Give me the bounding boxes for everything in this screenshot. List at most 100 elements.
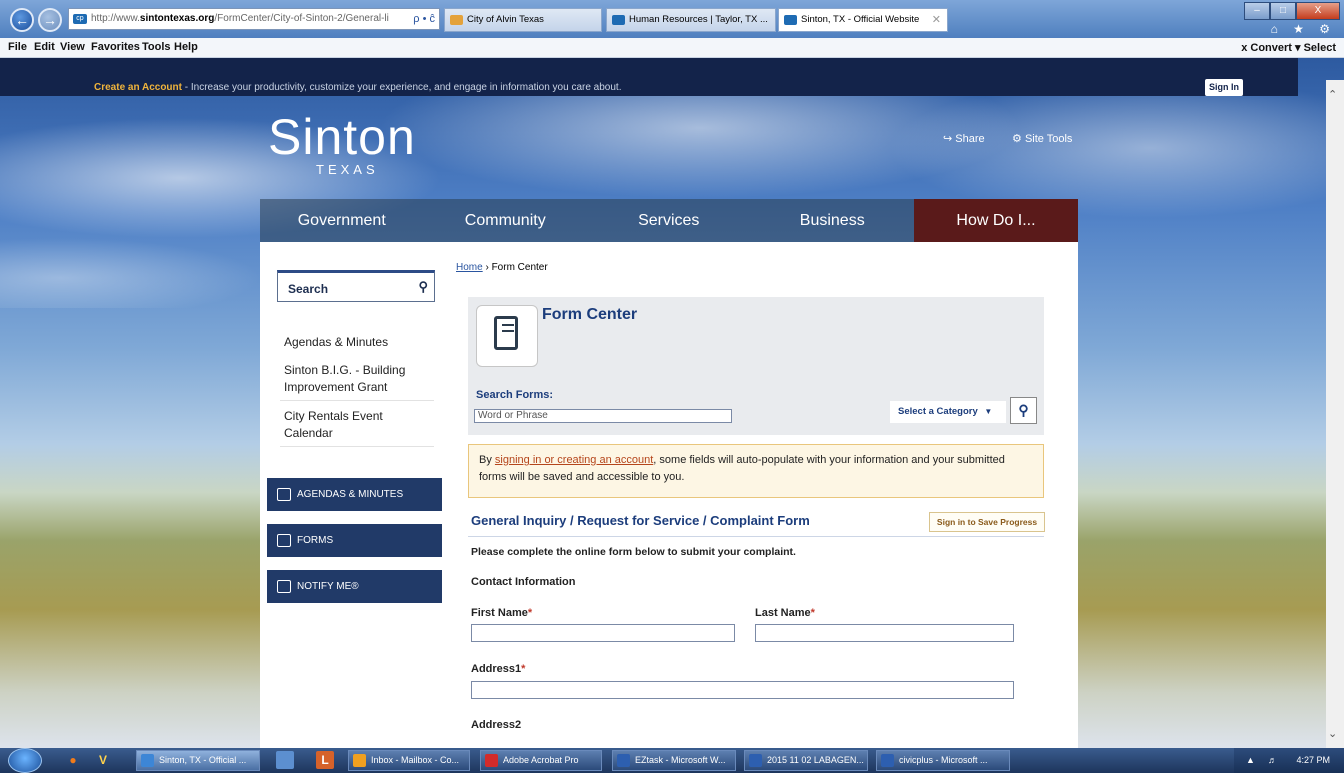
sidebar-search-label: Search — [288, 282, 329, 296]
last-name-label: Last Name* — [755, 607, 815, 619]
taskbar-item-sinton[interactable]: Sinton, TX - Official ... — [136, 750, 260, 771]
site-tools-label: Site Tools — [1024, 133, 1073, 145]
start-button[interactable] — [8, 748, 42, 773]
address-prefix: http://www. — [91, 13, 140, 24]
nav-business[interactable]: Business — [751, 199, 915, 242]
back-button[interactable]: ← — [10, 8, 34, 32]
tab-favicon-icon — [450, 15, 463, 25]
close-window-button[interactable]: X — [1296, 2, 1340, 20]
app-l-icon[interactable]: L — [316, 751, 334, 769]
chevron-down-icon[interactable]: ⌄ — [1328, 727, 1337, 740]
tab-close-icon[interactable]: ✕ — [932, 9, 941, 31]
address-search-refresh-icon[interactable]: ρ • ĉ — [413, 9, 435, 29]
search-forms-label: Search Forms: — [476, 389, 554, 401]
taskbar-item-eztask[interactable]: EZtask - Microsoft W... — [612, 750, 736, 771]
explorer-icon[interactable] — [276, 751, 294, 769]
taskbar-item-inbox[interactable]: Inbox - Mailbox - Co... — [348, 750, 470, 771]
sidebar-link-city-rentals[interactable]: City Rentals Event Calendar — [284, 408, 434, 442]
required-mark: * — [810, 607, 815, 619]
first-name-field[interactable] — [471, 624, 735, 642]
forward-button[interactable]: → — [38, 8, 62, 32]
chevron-up-icon[interactable]: ⌃ — [1328, 88, 1337, 101]
search-forms-button[interactable]: ⚲ — [1010, 397, 1037, 424]
agendas-minutes-button[interactable]: AGENDAS & MINUTES — [267, 478, 442, 511]
sign-in-save-progress-button[interactable]: Sign in to Save Progress — [929, 512, 1045, 532]
share-icon: ↪ — [943, 133, 953, 145]
contact-information-heading: Contact Information — [471, 576, 576, 588]
address-bar[interactable]: cp http://www.sintontexas.org/FormCenter… — [68, 8, 440, 30]
main-navigation: Government Community Services Business H… — [260, 199, 1078, 242]
menu-favorites[interactable]: Favorites — [91, 41, 140, 53]
convert-select-toolbar[interactable]: x Convert ▾ Select — [1241, 41, 1336, 54]
tab-human-resources-taylor[interactable]: Human Resources | Taylor, TX ... — [606, 8, 776, 32]
create-account-link[interactable]: Create an Account — [94, 82, 182, 93]
form-title: General Inquiry / Request for Service / … — [471, 513, 810, 528]
sinton-logo[interactable]: Sinton TEXAS — [268, 112, 416, 177]
browser-titlebar: ← → cp http://www.sintontexas.org/FormCe… — [0, 0, 1344, 38]
address1-field[interactable] — [471, 681, 1014, 699]
nav-government[interactable]: Government — [260, 199, 424, 242]
maximize-button[interactable]: □ — [1270, 2, 1296, 20]
last-name-field[interactable] — [755, 624, 1014, 642]
account-bar: Create an Account - Increase your produc… — [0, 58, 1298, 96]
notify-me-button[interactable]: NOTIFY ME® — [267, 570, 442, 603]
sidebar-link-building-improvement-grant[interactable]: Sinton B.I.G. - Building Improvement Gra… — [284, 362, 434, 396]
address1-label-text: Address1 — [471, 663, 522, 675]
quicklaunch-v-icon[interactable]: V — [94, 751, 112, 769]
menu-file[interactable]: File — [8, 41, 27, 53]
form-intro: Please complete the online form below to… — [471, 546, 796, 558]
breadcrumb-home-link[interactable]: Home — [456, 262, 483, 273]
agendas-minutes-label: AGENDAS & MINUTES — [297, 489, 404, 500]
nav-community[interactable]: Community — [424, 199, 588, 242]
speaker-icon[interactable]: ♬ — [1268, 755, 1277, 765]
sidebar-link-agendas-minutes[interactable]: Agendas & Minutes — [284, 334, 434, 351]
notice-text-pre: By — [479, 454, 495, 466]
search-forms-input[interactable]: Word or Phrase — [474, 409, 732, 423]
taskbar-item-label: Adobe Acrobat Pro — [503, 755, 579, 765]
address2-label: Address2 — [471, 719, 521, 731]
doc-line — [502, 330, 514, 332]
menu-edit[interactable]: Edit — [34, 41, 55, 53]
required-mark: * — [527, 607, 533, 619]
category-select[interactable]: Select a Category ▼ — [890, 401, 1006, 423]
menu-help[interactable]: Help — [174, 41, 198, 53]
doc-line — [502, 324, 514, 326]
site-tools-button[interactable]: ⚙ Site Tools — [1012, 132, 1072, 145]
home-favorites-tools-icons[interactable]: ⌂ ★ ⚙ — [1271, 22, 1336, 36]
chevron-down-icon: ▼ — [984, 407, 993, 416]
network-icon[interactable]: ▲ — [1246, 755, 1255, 765]
arrow-left-icon: ← — [15, 12, 29, 28]
clock[interactable]: 4:27 PM — [1296, 755, 1330, 765]
forms-button[interactable]: FORMS — [267, 524, 442, 557]
address1-label: Address1* — [471, 663, 525, 675]
tab-sinton-official-website[interactable]: Sinton, TX - Official Website ✕ — [778, 8, 948, 32]
taskbar-item-civicplus[interactable]: civicplus - Microsoft ... — [876, 750, 1010, 771]
taskbar-item-acrobat[interactable]: Adobe Acrobat Pro — [480, 750, 602, 771]
tab-city-of-alvin[interactable]: City of Alvin Texas — [444, 8, 602, 32]
form-divider — [468, 536, 1044, 537]
sidebar-search-input[interactable]: Search ⚲ — [277, 270, 435, 302]
sign-in-button[interactable]: Sign In — [1205, 79, 1243, 96]
page-scrollbar[interactable] — [1326, 80, 1344, 748]
menu-tools[interactable]: Tools — [142, 41, 171, 53]
browser-quicklaunch-icon[interactable]: ● — [64, 751, 82, 769]
share-button[interactable]: ↪ Share — [943, 132, 985, 145]
taskbar-item-label: Sinton, TX - Official ... — [159, 755, 247, 765]
word-icon — [881, 754, 894, 767]
menu-view[interactable]: View — [60, 41, 85, 53]
nav-how-do-i[interactable]: How Do I... — [914, 199, 1078, 242]
minimize-button[interactable]: – — [1244, 2, 1270, 20]
arrow-right-icon: → — [43, 12, 57, 28]
taskbar-item-labagen[interactable]: 2015 11 02 LABAGEN... — [744, 750, 868, 771]
search-icon[interactable]: ⚲ — [418, 279, 428, 295]
create-account-banner: Create an Account - Increase your produc… — [94, 82, 621, 93]
nav-services[interactable]: Services — [587, 199, 751, 242]
first-name-label-text: First Name — [471, 607, 528, 619]
site-favicon-icon: cp — [73, 14, 87, 24]
first-name-label: First Name* — [471, 607, 532, 619]
system-tray: ▲ ♬ 4:27 PM — [1234, 748, 1344, 773]
tab-favicon-icon — [784, 15, 797, 25]
acrobat-icon — [485, 754, 498, 767]
notice-sign-in-link[interactable]: signing in or creating an account — [495, 454, 653, 466]
taskbar-item-label: EZtask - Microsoft W... — [635, 755, 726, 765]
